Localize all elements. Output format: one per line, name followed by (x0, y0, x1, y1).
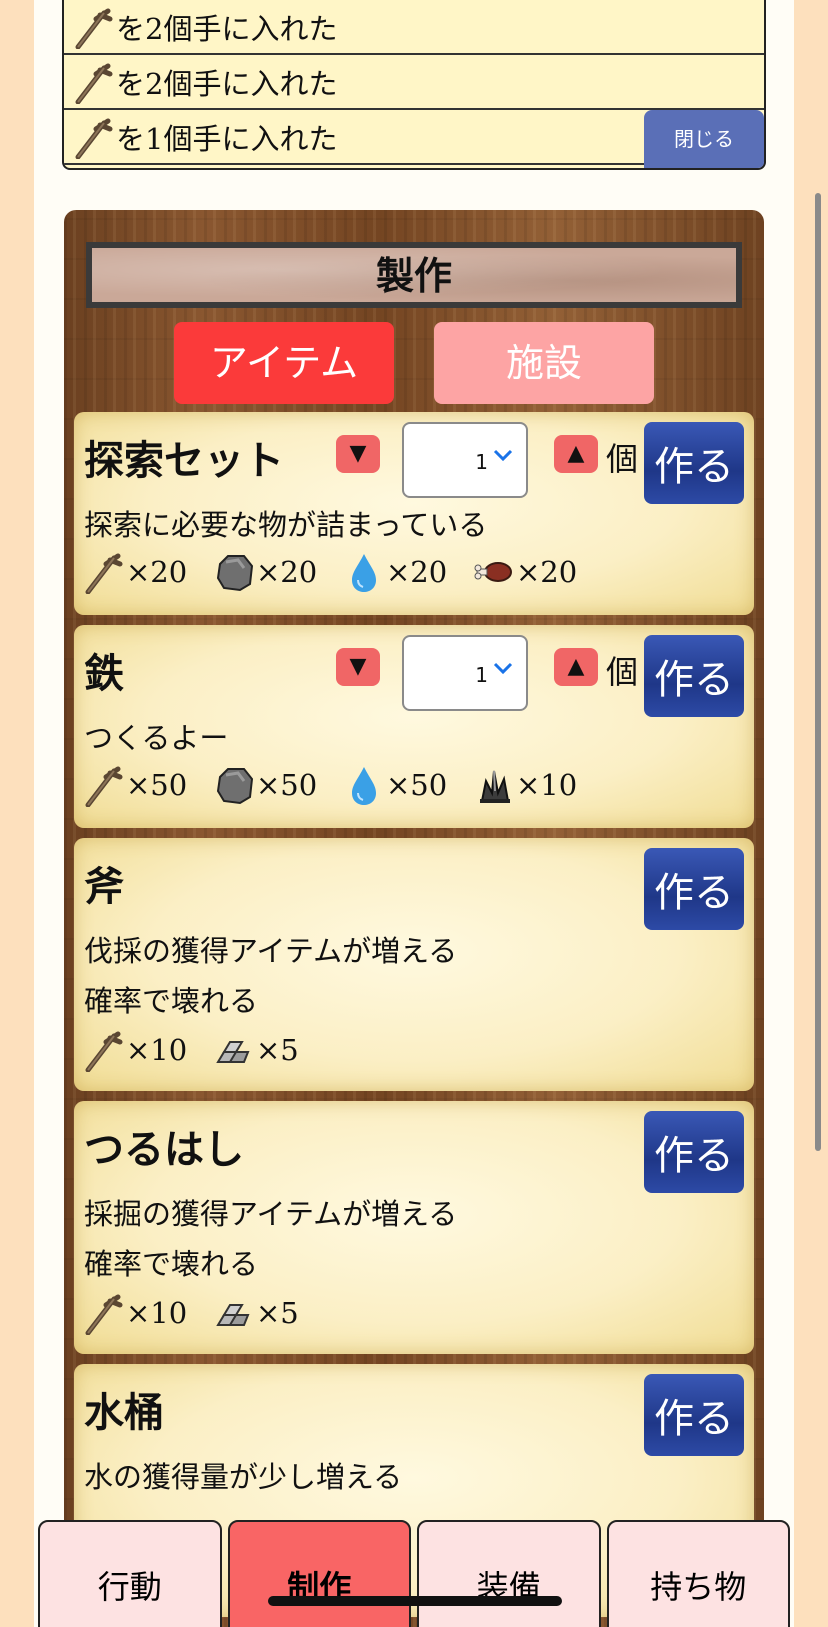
tab-item[interactable]: アイテム (174, 322, 394, 404)
water-drop-icon (352, 767, 376, 805)
stone-icon (216, 768, 254, 805)
material: ×5 (214, 1028, 344, 1072)
iron-ingot-icon (216, 1041, 250, 1063)
material: ×50 (214, 763, 344, 807)
material-amount: ×50 (386, 768, 448, 802)
quantity-select[interactable]: 1 (402, 422, 528, 498)
recipe-description: 伐採の獲得アイテムが増える (84, 934, 458, 968)
unit-label: 個 (606, 440, 639, 478)
recipe-name: 探索セット (84, 437, 284, 484)
material-list: ×10 ×5 (84, 1028, 344, 1072)
material-amount: ×20 (126, 555, 188, 589)
material-amount: ×5 (256, 1033, 299, 1067)
material-amount: ×20 (516, 555, 578, 589)
material-list: ×20 ×20 ×20 ×20 (84, 550, 604, 594)
material-amount: ×20 (256, 555, 318, 589)
log-text: を2個手に入れた (116, 11, 338, 46)
recipe-description: 確率で壊れる (84, 984, 259, 1018)
recipe-name: 斧 (84, 863, 124, 910)
unit-label: 個 (606, 653, 639, 691)
make-button[interactable]: 作る (644, 422, 744, 504)
stick-icon (85, 1031, 123, 1072)
material: ×10 (474, 763, 604, 807)
close-log-button[interactable]: 閉じる (644, 110, 764, 168)
material: ×20 (214, 550, 344, 594)
material-amount: ×50 (256, 768, 318, 802)
material-amount: ×10 (126, 1033, 188, 1067)
recipe-description: 探索に必要な物が詰まっている (84, 508, 488, 542)
material: ×10 (84, 1028, 214, 1072)
crystal-icon (480, 770, 510, 803)
recipe-name: 鉄 (84, 650, 124, 697)
stick-icon (75, 63, 113, 104)
material-amount: ×20 (386, 555, 448, 589)
nav-action[interactable]: 行動 (38, 1520, 222, 1627)
nav-equipment[interactable]: 装備 (417, 1520, 601, 1627)
material: ×20 (84, 550, 214, 594)
recipe-name: つるはし (84, 1126, 244, 1173)
recipe-card: 斧 作る 伐採の獲得アイテムが増える 確率で壊れる ×10 ×5 (74, 838, 754, 1091)
log-text: を2個手に入れた (116, 66, 338, 101)
decrease-quantity-button[interactable]: ▼ (336, 648, 380, 686)
recipe-card: 探索セット ▼ 1 ▲ 個 作る 探索に必要な物が詰まっている ×20 ×20 … (74, 412, 754, 615)
nav-craft[interactable]: 制作 (227, 1520, 411, 1627)
material: ×20 (344, 550, 474, 594)
bottom-nav: 行動 制作 装備 持ち物 (38, 1520, 790, 1627)
increase-quantity-button[interactable]: ▲ (554, 648, 598, 686)
recipe-description: 採掘の獲得アイテムが増える (84, 1197, 458, 1231)
make-button[interactable]: 作る (644, 635, 744, 717)
material: ×50 (344, 763, 474, 807)
quantity-select[interactable]: 1 (402, 635, 528, 711)
recipe-card: 鉄 ▼ 1 ▲ 個 作る つくるよー ×50 ×50 ×50 ×10 (74, 625, 754, 828)
water-drop-icon (352, 554, 376, 592)
recipe-name: 水桶 (84, 1389, 164, 1436)
material-amount: ×10 (126, 1296, 188, 1330)
nav-inventory[interactable]: 持ち物 (606, 1520, 790, 1627)
scrollbar[interactable] (815, 193, 821, 1151)
recipe-description: 確率で壊れる (84, 1247, 259, 1281)
stone-icon (216, 555, 254, 592)
panel-title: 製作 (86, 242, 742, 308)
quantity-value: 1 (475, 450, 488, 474)
tab-facility[interactable]: 施設 (434, 322, 654, 404)
recipe-card: つるはし 作る 採掘の獲得アイテムが増える 確率で壊れる ×10 ×5 (74, 1101, 754, 1354)
recipe-description: 水の獲得量が少し増える (84, 1460, 403, 1494)
log-row: を2個手に入れた (64, 55, 764, 110)
material-amount: ×10 (516, 768, 578, 802)
material-list: ×10 ×5 (84, 1291, 344, 1335)
stick-icon (75, 118, 113, 159)
quantity-value: 1 (475, 663, 488, 687)
log-text: を1個手に入れた (116, 121, 338, 156)
stick-icon (85, 553, 123, 594)
material: ×5 (214, 1291, 344, 1335)
acquisition-log: を2個手に入れた を2個手に入れた を1個手に入れた 閉じる (62, 0, 766, 170)
stick-icon (85, 766, 123, 807)
material-list: ×50 ×50 ×50 ×10 (84, 763, 604, 807)
iron-ingot-icon (216, 1304, 250, 1326)
material-amount: ×50 (126, 768, 188, 802)
material: ×20 (474, 550, 604, 594)
meat-icon (474, 562, 512, 582)
make-button[interactable]: 作る (644, 848, 744, 930)
material-amount: ×5 (256, 1296, 299, 1330)
make-button[interactable]: 作る (644, 1111, 744, 1193)
decrease-quantity-button[interactable]: ▼ (336, 435, 380, 473)
craft-panel: 製作 アイテム 施設 探索セット ▼ 1 ▲ 個 作る 探索に必要な物が詰まって… (64, 210, 764, 1627)
stick-icon (85, 1294, 123, 1335)
chevron-down-icon (493, 662, 513, 675)
material: ×10 (84, 1291, 214, 1335)
make-button[interactable]: 作る (644, 1374, 744, 1456)
material: ×50 (84, 763, 214, 807)
increase-quantity-button[interactable]: ▲ (554, 435, 598, 473)
home-indicator[interactable] (268, 1596, 562, 1606)
log-row: を2個手に入れた (64, 0, 764, 55)
chevron-down-icon (493, 449, 513, 462)
recipe-description: つくるよー (84, 721, 229, 755)
stick-icon (75, 8, 113, 49)
